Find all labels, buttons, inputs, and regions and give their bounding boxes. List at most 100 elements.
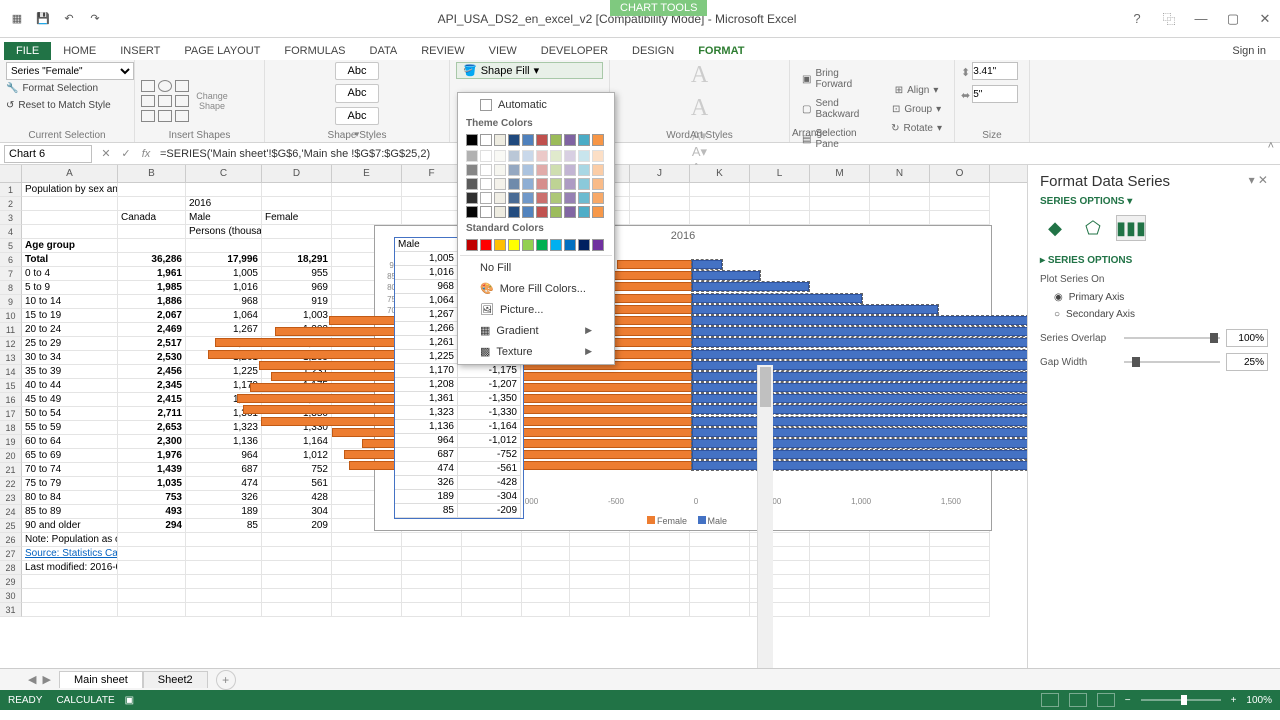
wordart-style-1[interactable]: A [677,62,723,89]
macro-record-icon[interactable]: ▣ [125,695,134,706]
group-size: ⬍ ⬌ Size [955,60,1030,142]
save-icon[interactable]: 💾 [34,10,52,28]
shape-gallery[interactable] [141,80,189,122]
ribbon-tabs: FILE HOME INSERT PAGE LAYOUT FORMULAS DA… [0,38,1280,60]
wordart-style-2[interactable]: A [677,95,723,122]
send-backward-button[interactable]: ▢ Send Backward [800,96,875,122]
name-box[interactable]: Chart 6 [4,145,92,163]
formula-bar: Chart 6 ✕ ✓ fx =SERIES('Main sheet'!$G$6… [0,143,1280,165]
enter-formula-icon[interactable]: ✓ [116,147,136,160]
group-button[interactable]: ⊡ Group ▾ [890,102,943,117]
shape-fill-dropdown: Automatic Theme Colors Standard Colors N… [457,92,615,365]
fill-line-icon[interactable]: ◆ [1040,215,1070,241]
chart-tools-label: CHART TOOLS [610,0,707,16]
tab-home[interactable]: HOME [51,42,108,60]
more-fill-colors[interactable]: 🎨 More Fill Colors... [460,278,612,299]
reset-style-button[interactable]: ↺Reset to Match Style [6,97,128,114]
tab-design[interactable]: DESIGN [620,42,686,60]
group-current-selection: Series "Female" 🔧Format Selection ↺Reset… [0,60,135,142]
sheet-tab-2[interactable]: Sheet2 [143,671,208,688]
shape-style-1[interactable]: Abc [335,62,379,80]
help-icon[interactable]: ? [1122,7,1152,31]
collapse-ribbon-icon[interactable]: ˄ [1268,140,1274,152]
align-button[interactable]: ⊞ Align ▾ [893,83,941,98]
ribbon-opts-icon[interactable]: ⿻ [1154,7,1184,31]
zoom-level[interactable]: 100% [1246,695,1272,706]
overlap-input[interactable] [1226,329,1268,347]
fill-automatic[interactable]: Automatic [460,95,612,115]
ribbon-body: Series "Female" 🔧Format Selection ↺Reset… [0,60,1280,143]
shape-fill-button[interactable]: 🪣 Shape Fill ▾ [456,62,603,79]
sheet-tab-bar: ◀ ▶ Main sheet Sheet2 + [0,668,1280,690]
sign-in[interactable]: Sign in [1218,42,1280,60]
series-options-icon[interactable]: ▮▮▮ [1116,215,1146,241]
group-wordart: A A A▾A▾A▾ WordArt Styles [610,60,790,142]
pane-title: Format Data Series [1040,173,1268,190]
tab-data[interactable]: DATA [358,42,410,60]
shape-style-3[interactable]: Abc [335,107,379,125]
secondary-axis-radio[interactable]: ○ Secondary Axis [1040,306,1268,323]
sheet-nav-prev-icon[interactable]: ◀ [28,673,36,686]
fill-picture[interactable]: 🖼 Picture... [460,299,612,320]
vertical-scrollbar[interactable] [757,365,773,668]
tab-format[interactable]: FORMAT [686,42,756,60]
series-options-dropdown[interactable]: SERIES OPTIONS ▾ [1040,196,1268,207]
tab-view[interactable]: VIEW [477,42,529,60]
format-data-series-pane: ▾ ✕ Format Data Series SERIES OPTIONS ▾ … [1027,165,1280,668]
tab-insert[interactable]: INSERT [108,42,172,60]
format-selection-button[interactable]: 🔧Format Selection [6,80,128,97]
tab-review[interactable]: REVIEW [409,42,476,60]
shape-width-input[interactable] [972,85,1018,103]
formula-input[interactable]: =SERIES('Main sheet'!$G$6,'Main she !$G$… [156,148,1280,160]
theme-color-row[interactable] [460,132,612,148]
tab-file[interactable]: FILE [4,42,51,60]
excel-icon[interactable]: ▦ [8,10,26,28]
undo-icon[interactable]: ↶ [60,10,78,28]
zoom-in-icon[interactable]: + [1231,695,1237,706]
status-calculate: CALCULATE [56,695,114,706]
group-arrange: ▣ Bring Forward ▢ Send Backward ▤ Select… [790,60,955,142]
theme-colors-label: Theme Colors [460,115,612,132]
fill-texture[interactable]: ▩ Texture▶ [460,341,612,362]
standard-colors-label: Standard Colors [460,220,612,237]
fx-icon[interactable]: fx [136,148,156,160]
bring-forward-button[interactable]: ▣ Bring Forward [800,66,875,92]
group-insert-shapes: Change Shape Insert Shapes [135,60,265,142]
primary-axis-radio[interactable]: ◉ Primary Axis [1040,289,1268,306]
gap-input[interactable] [1226,353,1268,371]
plot-on-label: Plot Series On [1040,274,1268,285]
maximize-icon[interactable]: ▢ [1218,7,1248,31]
effects-icon[interactable]: ⬠ [1078,215,1108,241]
tab-developer[interactable]: DEVELOPER [529,42,620,60]
cancel-formula-icon[interactable]: ✕ [96,147,116,160]
status-ready: READY [8,695,42,706]
no-fill[interactable]: No Fill [460,258,612,278]
zoom-out-icon[interactable]: − [1125,695,1131,706]
zoom-slider[interactable] [1141,699,1221,701]
fill-gradient[interactable]: ▦ Gradient▶ [460,320,612,341]
tab-formulas[interactable]: FORMULAS [272,42,357,60]
normal-view-icon[interactable] [1041,693,1059,707]
gap-slider[interactable] [1124,361,1220,363]
section-series-options[interactable]: ▸ SERIES OPTIONS [1040,255,1268,266]
page-break-view-icon[interactable] [1097,693,1115,707]
title-bar: ▦ 💾 ↶ ↷ API_USA_DS2_en_excel_v2 [Compati… [0,0,1280,38]
sheet-tab-main[interactable]: Main sheet [59,671,143,688]
close-pane-icon[interactable]: ▾ ✕ [1249,173,1268,187]
minimize-icon[interactable]: — [1186,7,1216,31]
add-sheet-button[interactable]: + [216,670,236,690]
standard-color-row[interactable] [460,237,612,253]
shape-style-2[interactable]: Abc [335,84,379,102]
group-shape-styles: Abc Abc Abc ▾ Shape Styles [265,60,450,142]
tab-page-layout[interactable]: PAGE LAYOUT [172,42,272,60]
sheet-nav-next-icon[interactable]: ▶ [42,673,50,686]
overlap-slider[interactable] [1124,337,1220,339]
chart-element-selector[interactable]: Series "Female" [6,62,134,80]
shape-height-input[interactable] [972,62,1018,80]
change-shape-button[interactable]: Change Shape [193,91,231,111]
redo-icon[interactable]: ↷ [86,10,104,28]
status-bar: READY CALCULATE ▣ − + 100% [0,690,1280,710]
page-layout-view-icon[interactable] [1069,693,1087,707]
close-icon[interactable]: ✕ [1250,7,1280,31]
theme-shades-grid[interactable] [460,148,612,220]
